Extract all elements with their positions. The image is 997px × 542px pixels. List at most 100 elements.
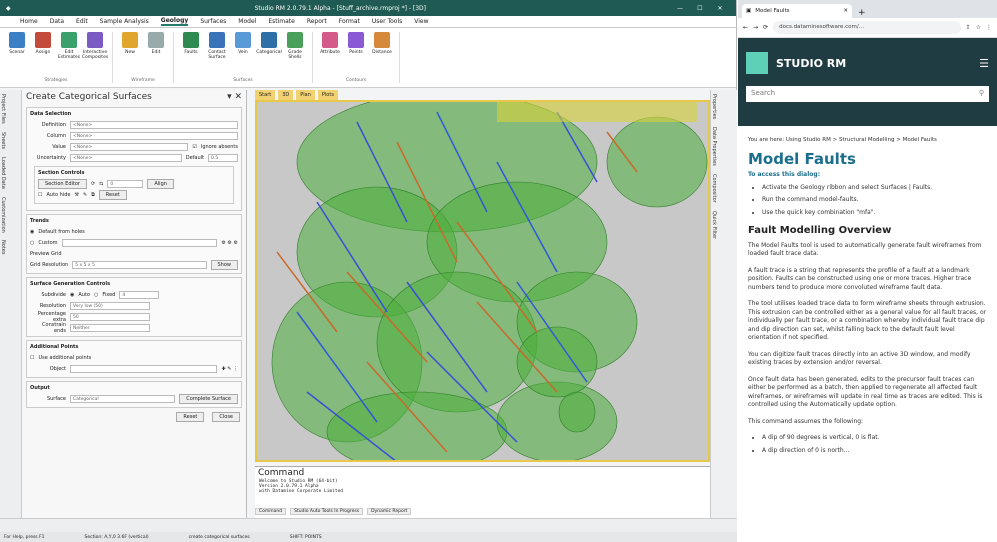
step-icon[interactable]: ⇆ — [99, 181, 103, 187]
tab-start[interactable]: Start — [255, 90, 276, 100]
constrain-dropdown[interactable]: Neither — [70, 323, 150, 332]
tab-dynamic-report[interactable]: Dynamic Report — [367, 508, 412, 515]
ribbon-vein-button[interactable]: Vein — [232, 32, 254, 78]
copy-icon[interactable]: ⧉ — [91, 192, 95, 198]
tab-quick-filter[interactable]: Quick Filter — [711, 207, 717, 243]
value-dropdown[interactable]: <None> — [70, 142, 189, 151]
menu-edit[interactable]: Edit — [76, 18, 88, 25]
data-selection-section: Data Selection Definition <None> Column <N… — [26, 107, 242, 211]
tab-auto-tools[interactable]: Studio Auto Tools In Progress — [290, 508, 364, 515]
tab-3d[interactable]: 3D — [278, 90, 294, 100]
ribbon-grade-shells-button[interactable]: Grade Shells — [284, 32, 306, 78]
ribbon-attribute-button[interactable]: Attribute — [319, 32, 341, 78]
use-additional-points-checkbox[interactable]: ☐ — [30, 355, 34, 361]
list-item[interactable]: Run the command model-faults. — [762, 196, 987, 205]
uncertainty-dropdown[interactable]: <None> — [70, 153, 182, 162]
section-header: Data Selection — [30, 111, 72, 117]
tab-notes[interactable]: Notes — [0, 236, 6, 258]
menu-estimate[interactable]: Estimate — [268, 18, 295, 25]
tab-loaded-data[interactable]: Loaded Data — [0, 153, 6, 193]
menu-report[interactable]: Report — [307, 18, 327, 25]
default-input[interactable]: 0.5 — [208, 153, 238, 162]
column-dropdown[interactable]: <None> — [70, 131, 238, 140]
menu-surfaces[interactable]: Surfaces — [200, 18, 226, 25]
browser-tab[interactable]: ▣ Model Faults ✕ — [742, 4, 852, 18]
fixed-input[interactable]: 4 — [119, 290, 160, 299]
percentage-input[interactable]: 50 — [70, 312, 150, 321]
ribbon-edit-estimates-button[interactable]: Edit Estimates — [58, 32, 80, 78]
menu-sample-analysis[interactable]: Sample Analysis — [100, 18, 149, 25]
url-input[interactable]: docs.dataminesoftware.com/... — [773, 21, 961, 34]
custom-radio[interactable]: ○ — [30, 240, 34, 246]
tab-close-icon[interactable]: ✕ — [843, 8, 848, 14]
align-button[interactable]: Align — [147, 178, 174, 189]
object-dropdown[interactable] — [70, 364, 218, 373]
ribbon-contact-surface-button[interactable]: Contact Surface — [206, 32, 228, 78]
custom-trend-input[interactable] — [61, 238, 218, 247]
auto-radio[interactable]: ◉ — [70, 292, 74, 298]
ribbon-composites-button[interactable]: Interactive Composites — [82, 32, 108, 78]
paragraph: Once fault data has been generated, edit… — [748, 375, 983, 409]
definition-dropdown[interactable]: <None> — [70, 120, 238, 129]
minimize-icon[interactable]: — — [670, 5, 690, 12]
default-from-holes-radio[interactable]: ◉ — [30, 229, 34, 235]
menu-model[interactable]: Model — [238, 18, 256, 25]
ribbon-categorical-button[interactable]: Categorical — [256, 32, 282, 78]
menu-view[interactable]: View — [414, 18, 428, 25]
close-button[interactable]: Close — [212, 411, 240, 422]
object-tool-icons[interactable]: ✚ ✎ ⋮ — [221, 366, 238, 372]
forward-icon[interactable]: → — [753, 24, 758, 31]
reset-button[interactable]: Reset — [176, 411, 205, 422]
ribbon-edit-button[interactable]: Edit — [145, 32, 167, 78]
auto-hide-checkbox[interactable]: ☐ — [38, 192, 42, 198]
ribbon-scenar-button[interactable]: Scenar — [6, 32, 28, 78]
fixed-radio[interactable]: ○ — [94, 292, 98, 298]
tab-data-properties[interactable]: Data Properties — [711, 123, 717, 170]
menu-data[interactable]: Data — [50, 18, 64, 25]
new-tab-icon[interactable]: + — [852, 8, 872, 18]
menu-geology[interactable]: Geology — [160, 17, 189, 26]
hamburger-icon[interactable]: ☰ — [979, 57, 989, 70]
3d-viewport[interactable] — [255, 100, 710, 462]
surface-dropdown[interactable]: Categorical — [70, 394, 176, 403]
ribbon-points-button[interactable]: Points — [345, 32, 367, 78]
share-icon[interactable]: ⇪ — [966, 24, 971, 31]
tab-customization[interactable]: Customization — [0, 193, 6, 237]
complete-surface-button[interactable]: Complete Surface — [179, 393, 238, 404]
close-icon[interactable]: ✕ — [710, 5, 730, 12]
star-icon[interactable]: ☆ — [976, 24, 981, 31]
grid-resolution-dropdown[interactable]: 5 x 5 x 5 — [72, 260, 207, 269]
search-icon[interactable]: ⚲ — [979, 89, 984, 99]
tab-project-files[interactable]: Project Files — [0, 90, 6, 128]
step-input[interactable]: 0 — [107, 179, 144, 188]
tab-command[interactable]: Command — [255, 508, 287, 515]
ribbon-distance-button[interactable]: Distance — [371, 32, 393, 78]
reset-section-button[interactable]: Reset — [98, 189, 127, 200]
trend-tool-icons[interactable]: ⚙ ⚙ ⚙ — [221, 240, 238, 246]
menu-home[interactable]: Home — [20, 18, 38, 25]
show-button[interactable]: Show — [210, 259, 238, 270]
tab-plots[interactable]: Plots — [317, 90, 338, 100]
tab-compositor[interactable]: Compositor — [711, 170, 717, 207]
rotate-icon[interactable]: ⟳ — [91, 181, 95, 187]
docs-search-input[interactable]: Search ⚲ — [746, 86, 989, 102]
maximize-icon[interactable]: ☐ — [690, 5, 710, 12]
resolution-dropdown[interactable]: Very low (50) — [70, 301, 150, 310]
ignore-absents-checkbox[interactable]: ☑ — [192, 144, 196, 150]
menu-user-tools[interactable]: User Tools — [372, 18, 402, 25]
tab-sheets[interactable]: Sheets — [0, 128, 6, 153]
browser-address-bar: ← → ⟳ docs.dataminesoftware.com/... ⇪ ☆ … — [738, 18, 997, 38]
menu-icon[interactable]: ⋮ — [986, 24, 992, 31]
reload-icon[interactable]: ⟳ — [763, 24, 768, 31]
tab-properties[interactable]: Properties — [711, 90, 717, 123]
tab-plan[interactable]: Plan — [296, 90, 315, 100]
pick-icon[interactable]: ✎ — [83, 192, 87, 198]
section-editor-button[interactable]: Section Editor — [38, 178, 87, 189]
ribbon-assign-button[interactable]: Assign — [32, 32, 54, 78]
ribbon-new-button[interactable]: New — [119, 32, 141, 78]
back-icon[interactable]: ← — [743, 24, 748, 31]
tool-icon[interactable]: ⚒ — [75, 192, 79, 198]
panel-pin-icon[interactable]: ▾ ✕ — [227, 92, 242, 102]
menu-format[interactable]: Format — [339, 18, 360, 25]
ribbon-faults-button[interactable]: Faults — [180, 32, 202, 78]
